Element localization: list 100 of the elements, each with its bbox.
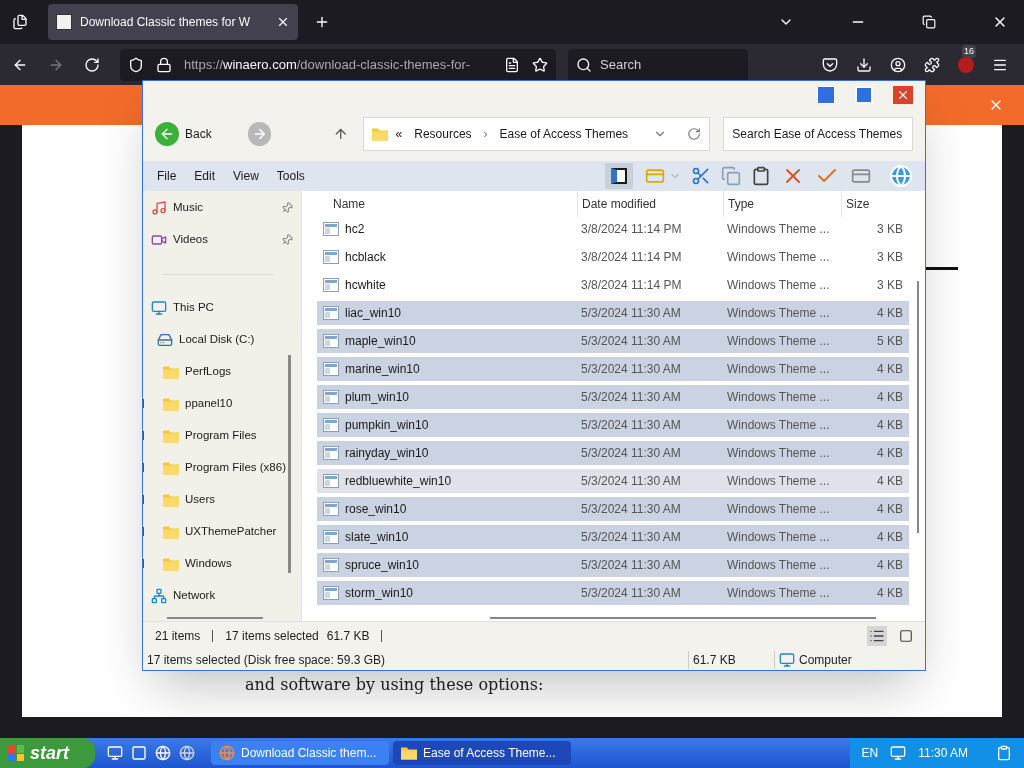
date-cell-text: 5/3/2024 11:30 AM xyxy=(580,529,682,546)
taskbar-button[interactable]: Download Classic them... xyxy=(211,741,389,765)
download-icon[interactable] xyxy=(856,56,872,73)
date-cell-text: 5/3/2024 11:30 AM xyxy=(580,417,682,434)
file-row[interactable]: liac_win10 5/3/2024 11:30 AM Windows Theme ... 4 KB xyxy=(317,301,909,325)
lock-icon xyxy=(156,56,172,73)
file-name: rainyday_win10 xyxy=(345,445,429,462)
taskbar-button[interactable]: Ease of Access Theme... xyxy=(393,741,571,765)
type-cell-text: Windows Theme ... xyxy=(726,305,831,322)
column-header[interactable]: Name xyxy=(317,191,577,217)
properties-icon[interactable] xyxy=(849,166,873,186)
sidebar-item[interactable]: Users xyxy=(143,484,301,516)
network-tray-icon[interactable] xyxy=(890,745,907,761)
file-row[interactable]: maple_win10 5/3/2024 11:30 AM Windows Theme ... 5 KB xyxy=(317,329,909,353)
url-bar[interactable]: https://winaero.com/download-classic-themes-for- xyxy=(120,48,556,81)
sidebar-item[interactable]: Network xyxy=(143,580,301,612)
size-cell-text: 4 KB xyxy=(876,417,903,434)
file-row[interactable]: marine_win10 5/3/2024 11:30 AM Windows Theme ... 4 KB xyxy=(317,357,909,381)
clipboard-icon[interactable] xyxy=(751,166,771,186)
sidebar-item[interactable]: This PC xyxy=(143,292,301,324)
file-row[interactable]: plum_win10 5/3/2024 11:30 AM Windows Theme ... 4 KB xyxy=(317,385,909,409)
refresh-icon[interactable] xyxy=(687,127,702,141)
file-name: hcwhite xyxy=(345,277,386,294)
file-row[interactable]: spruce_win10 5/3/2024 11:30 AM Windows Theme ... 4 KB xyxy=(317,553,909,577)
network-icon xyxy=(151,588,167,604)
address-bar[interactable]: « Resources › Ease of Access Themes xyxy=(362,117,711,151)
file-name: storm_win10 xyxy=(345,585,414,602)
sidebar-item[interactable]: PerfLogs xyxy=(143,356,301,388)
close-icon[interactable] xyxy=(276,15,290,29)
url-text: https://winaero.com/download-classic-themes-for- xyxy=(184,55,472,74)
theme-file-icon xyxy=(323,502,339,516)
date-cell-text: 5/3/2024 11:30 AM xyxy=(580,305,682,322)
menu-item[interactable]: Edit xyxy=(188,167,222,185)
restore-icon[interactable] xyxy=(922,15,936,29)
globe-icon[interactable] xyxy=(179,745,195,761)
tabs-list-icon[interactable] xyxy=(12,14,28,30)
size-cell-text: 4 KB xyxy=(876,305,903,322)
up-icon[interactable] xyxy=(333,126,349,142)
type-cell-text: Windows Theme ... xyxy=(726,557,831,574)
new-tab-icon[interactable] xyxy=(314,14,330,30)
size-cell-text: 4 KB xyxy=(876,529,903,546)
type-cell-text: Windows Theme ... xyxy=(726,417,831,434)
monitor-icon xyxy=(151,300,167,316)
search-field[interactable]: Search xyxy=(568,48,748,81)
star-icon[interactable] xyxy=(532,56,548,73)
video-icon xyxy=(151,232,167,248)
pocket-icon[interactable] xyxy=(822,56,838,73)
file-row[interactable]: slate_win10 5/3/2024 11:30 AM Windows Theme ... 4 KB xyxy=(317,525,909,549)
menu-item[interactable]: Tools xyxy=(270,167,311,185)
menu-item[interactable]: File xyxy=(151,167,183,185)
account-icon[interactable] xyxy=(890,56,906,73)
tiles-view-icon[interactable] xyxy=(899,628,913,643)
window-icon[interactable] xyxy=(131,745,147,761)
breadcrumb[interactable]: Ease of Access Themes xyxy=(495,125,633,143)
reload-icon[interactable] xyxy=(84,56,100,73)
type-cell-text: Windows Theme ... xyxy=(726,529,831,546)
type-cell-text: Windows Theme ... xyxy=(726,389,831,406)
sidebar-item[interactable]: Windows xyxy=(143,548,301,580)
sidebar-item[interactable]: Program Files (x86) xyxy=(143,452,301,484)
sidebar-item[interactable]: UXThemePatcher xyxy=(143,516,301,548)
breadcrumb[interactable]: Resources xyxy=(410,125,476,143)
sidebar-item[interactable]: Music xyxy=(143,192,301,224)
start-button[interactable]: start xyxy=(0,738,95,768)
theme-file-icon xyxy=(323,530,339,544)
menu-item[interactable]: View xyxy=(227,167,265,185)
sidebar-item[interactable]: Videos xyxy=(143,224,301,256)
reader-icon[interactable] xyxy=(504,56,520,73)
type-cell-text: Windows Theme ... xyxy=(726,277,831,294)
preview-pane-button[interactable] xyxy=(605,163,633,189)
extensions-icon[interactable] xyxy=(924,56,940,73)
date-cell-text: 5/3/2024 11:30 AM xyxy=(580,389,682,406)
file-name: hc2 xyxy=(345,221,365,238)
sidebar-item[interactable]: Program Files xyxy=(143,420,301,452)
size-cell-text: 5 KB xyxy=(876,333,903,350)
file-row[interactable]: rose_win10 5/3/2024 11:30 AM Windows Theme ... 4 KB xyxy=(317,497,909,521)
file-row[interactable]: pumpkin_win10 5/3/2024 11:30 AM Windows Theme ... 4 KB xyxy=(317,413,909,437)
sidebar-item[interactable]: ppanel10 xyxy=(143,388,301,420)
file-row[interactable]: storm_win10 5/3/2024 11:30 AM Windows Theme ... 4 KB xyxy=(317,581,909,605)
selection-size: 61.7 KB xyxy=(326,627,370,645)
search-field[interactable]: Search Ease of Access Themes xyxy=(723,117,913,151)
details-view-icon[interactable] xyxy=(867,625,887,646)
date-cell-text: 5/3/2024 11:30 AM xyxy=(580,361,682,378)
minimize-button[interactable] xyxy=(817,86,835,104)
size-cell-text: 4 KB xyxy=(876,585,903,602)
file-row[interactable]: redbluewhite_win10 5/3/2024 11:30 AM Windows Theme ... 4 KB xyxy=(317,469,909,493)
notes-icon[interactable] xyxy=(996,745,1012,761)
back-button[interactable]: Back xyxy=(155,122,212,146)
maximize-button[interactable] xyxy=(855,86,873,104)
folder-icon xyxy=(371,127,388,141)
sidebar-item[interactable]: Local Disk (C:) xyxy=(143,324,301,356)
scissors-icon[interactable] xyxy=(691,166,711,186)
desktop-icon[interactable] xyxy=(107,745,123,761)
file-row[interactable]: rainyday_win10 5/3/2024 11:30 AM Windows Theme ... 4 KB xyxy=(317,441,909,465)
folder-icon xyxy=(163,429,179,443)
size-cell-text: 3 KB xyxy=(876,249,903,266)
close-button[interactable] xyxy=(893,86,913,104)
folder-icon xyxy=(163,557,179,571)
theme-file-icon xyxy=(323,418,339,432)
browser-tab[interactable]: Download Classic themes for W xyxy=(48,4,298,40)
theme-file-icon xyxy=(323,334,339,348)
